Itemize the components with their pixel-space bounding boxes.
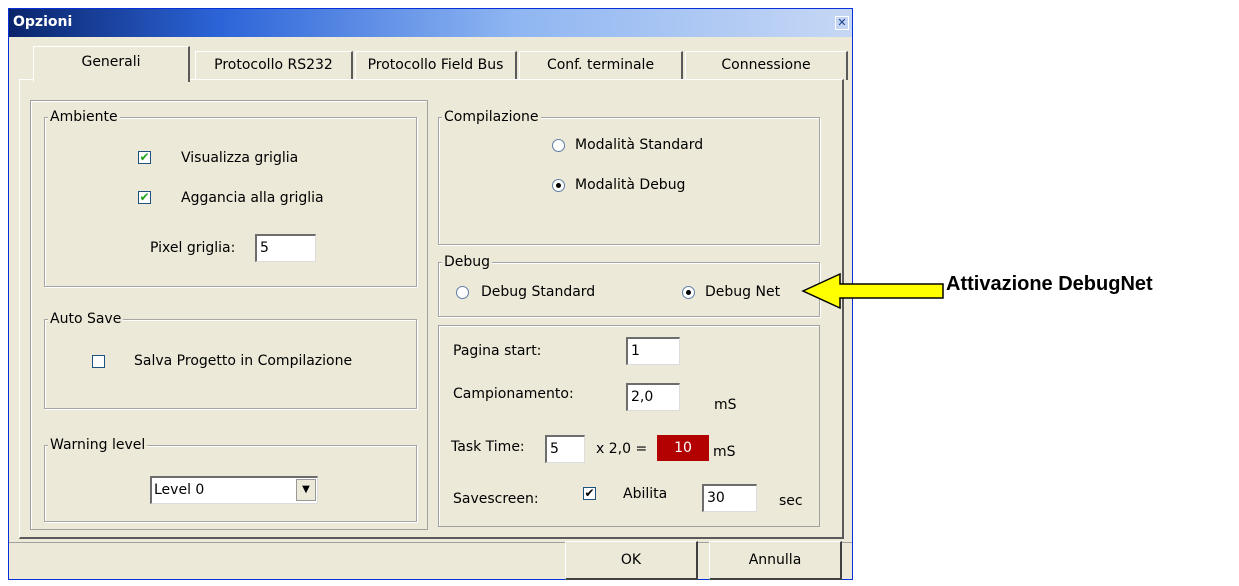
debug-legend: Debug bbox=[442, 253, 493, 271]
warning-level-select[interactable]: Level 0 ▼ bbox=[150, 476, 318, 504]
savescreen-input[interactable]: 30 bbox=[702, 484, 757, 512]
tab-label: Connessione bbox=[721, 57, 811, 73]
debug-standard-label: Debug Standard bbox=[481, 284, 596, 300]
visualizza-griglia-label: Visualizza griglia bbox=[181, 150, 299, 166]
title-bar[interactable]: Opzioni ✕ bbox=[9, 9, 852, 37]
visualizza-griglia-checkbox[interactable]: ✔ bbox=[138, 151, 151, 164]
tab-connessione[interactable]: Connessione bbox=[685, 51, 848, 80]
ok-button[interactable]: OK bbox=[565, 541, 698, 580]
pagina-start-input[interactable]: 1 bbox=[626, 337, 680, 365]
tab-generali[interactable]: Generali bbox=[33, 46, 190, 82]
chevron-down-icon[interactable]: ▼ bbox=[296, 479, 316, 501]
compilazione-legend: Compilazione bbox=[442, 108, 541, 126]
ambiente-legend: Ambiente bbox=[48, 108, 120, 126]
campionamento-unit: mS bbox=[714, 397, 737, 413]
pixel-griglia-label: Pixel griglia: bbox=[150, 240, 236, 256]
salva-progetto-checkbox[interactable] bbox=[92, 355, 105, 368]
tab-label: Protocollo Field Bus bbox=[367, 57, 504, 73]
campionamento-input[interactable]: 2,0 bbox=[626, 383, 680, 411]
tab-label: Conf. terminale bbox=[546, 57, 655, 73]
abilita-checkbox[interactable]: ✔ bbox=[583, 487, 596, 500]
annulla-button-label: Annulla bbox=[748, 552, 802, 568]
campionamento-label: Campionamento: bbox=[453, 386, 574, 402]
modalita-standard-label: Modalità Standard bbox=[575, 137, 704, 153]
modalita-debug-radio[interactable] bbox=[552, 179, 565, 192]
tab-label: Generali bbox=[81, 54, 141, 70]
tab-conf-terminale[interactable]: Conf. terminale bbox=[519, 51, 683, 80]
modalita-debug-label: Modalità Debug bbox=[575, 177, 686, 193]
pixel-griglia-input[interactable]: 5 bbox=[255, 234, 316, 262]
ok-button-label: OK bbox=[620, 552, 642, 568]
aggancia-griglia-label: Aggancia alla griglia bbox=[181, 190, 324, 206]
pagina-start-label: Pagina start: bbox=[453, 343, 542, 359]
tab-label: Protocollo RS232 bbox=[214, 57, 333, 73]
debug-standard-radio[interactable] bbox=[456, 286, 469, 299]
task-time-unit: mS bbox=[713, 444, 736, 460]
warning-level-value: Level 0 bbox=[154, 482, 205, 498]
salva-progetto-label: Salva Progetto in Compilazione bbox=[134, 353, 353, 369]
savescreen-label: Savescreen: bbox=[453, 491, 539, 507]
tab-protocollo-rs232[interactable]: Protocollo RS232 bbox=[195, 51, 353, 80]
window-title: Opzioni bbox=[13, 14, 73, 30]
annulla-button[interactable]: Annulla bbox=[709, 541, 842, 580]
task-time-input[interactable]: 5 bbox=[545, 435, 585, 463]
debug-net-label: Debug Net bbox=[705, 284, 781, 300]
annotation-arrow-icon bbox=[801, 272, 944, 310]
annotation-label: Attivazione DebugNet bbox=[946, 273, 1153, 295]
debug-net-radio[interactable] bbox=[682, 286, 695, 299]
savescreen-unit: sec bbox=[779, 493, 803, 509]
warning-level-legend: Warning level bbox=[48, 436, 148, 454]
task-time-label: Task Time: bbox=[451, 439, 525, 455]
autosave-legend: Auto Save bbox=[48, 310, 124, 328]
task-time-multiplier: x 2,0 = bbox=[596, 441, 648, 457]
tab-protocollo-field-bus[interactable]: Protocollo Field Bus bbox=[355, 51, 517, 80]
aggancia-griglia-checkbox[interactable]: ✔ bbox=[138, 191, 151, 204]
close-icon: ✕ bbox=[837, 16, 847, 29]
close-button[interactable]: ✕ bbox=[835, 16, 849, 30]
modalita-standard-radio[interactable] bbox=[552, 139, 565, 152]
abilita-label: Abilita bbox=[623, 486, 668, 502]
task-time-result: 10 bbox=[657, 435, 709, 461]
